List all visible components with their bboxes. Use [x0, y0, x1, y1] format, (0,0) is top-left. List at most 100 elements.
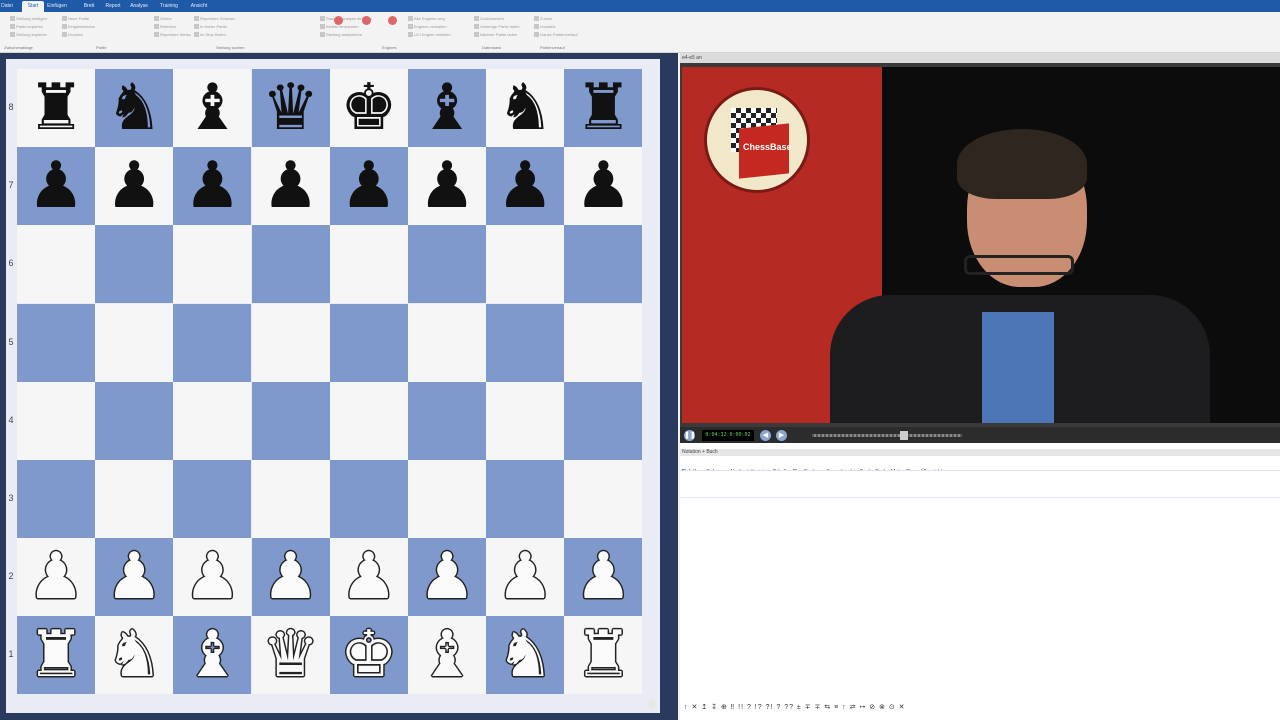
ribbon-tab-brett[interactable]: Brett	[78, 1, 100, 12]
notation-toolbar[interactable]: ↑ ✕ ↥ ↧ ⊕ ‼ !! ? !? ?! ? ?? ± ∓ ∓ ⇆ ≡ ↑ …	[684, 703, 906, 713]
ribbon-tab-ansicht[interactable]: Ansicht	[188, 1, 210, 12]
black-pawn-icon[interactable]: ♟	[408, 147, 486, 225]
white-queen-icon[interactable]: ♛	[252, 616, 330, 694]
square-g5[interactable]	[486, 303, 565, 382]
square-a3[interactable]	[17, 460, 95, 538]
ribbon-tab-analyse[interactable]: Analyse	[128, 1, 150, 12]
square-c4[interactable]	[173, 381, 252, 460]
white-bishop-icon[interactable]: ♝	[408, 616, 486, 694]
ribbon-item[interactable]: UCI Engine erstellen	[408, 32, 451, 38]
black-knight-icon[interactable]: ♞	[95, 69, 173, 147]
square-h4[interactable]	[564, 381, 643, 460]
white-pawn-icon[interactable]: ♟	[564, 538, 642, 616]
black-pawn-icon[interactable]: ♟	[252, 147, 330, 225]
ribbon-item[interactable]: Neue Partie	[62, 16, 89, 22]
square-a6[interactable]	[17, 225, 95, 304]
square-d6[interactable]	[251, 225, 330, 304]
video-frame[interactable]: ChessBase	[682, 67, 1280, 423]
square-h5[interactable]	[564, 303, 643, 382]
black-pawn-icon[interactable]: ♟	[95, 147, 173, 225]
rewind-icon[interactable]: ◀	[760, 430, 771, 441]
seek-knob[interactable]	[900, 431, 908, 440]
white-knight-icon[interactable]: ♞	[95, 616, 173, 694]
ribbon-item[interactable]: Zurücksetzen	[474, 16, 504, 22]
white-pawn-icon[interactable]: ♟	[408, 538, 486, 616]
ribbon-item[interactable]: Vorherige Partie laden	[474, 24, 520, 30]
black-bishop-icon[interactable]: ♝	[408, 69, 486, 147]
ribbon-tab-einfügen[interactable]: Einfügen	[46, 1, 68, 12]
engine-icon[interactable]	[388, 16, 397, 25]
white-rook-icon[interactable]: ♜	[564, 616, 642, 694]
white-rook-icon[interactable]: ♜	[17, 616, 95, 694]
white-pawn-icon[interactable]: ♟	[330, 538, 408, 616]
square-b6[interactable]	[95, 225, 174, 304]
ribbon-item[interactable]: Stellung analysieren	[320, 32, 362, 38]
seek-bar[interactable]	[812, 434, 962, 437]
white-bishop-icon[interactable]: ♝	[173, 616, 251, 694]
black-bishop-icon[interactable]: ♝	[173, 69, 251, 147]
square-g4[interactable]	[486, 381, 565, 460]
ribbon-tab-start[interactable]: Start	[22, 1, 44, 12]
ribbon-item[interactable]: Drucken	[62, 32, 83, 38]
ribbon-item[interactable]: Vorwärts	[534, 24, 556, 30]
black-rook-icon[interactable]: ♜	[564, 69, 642, 147]
ribbon-item[interactable]: Engines verwalten	[408, 24, 447, 30]
ribbon-item[interactable]: Stellung kopieren	[10, 32, 47, 38]
ribbon-tab-datei[interactable]: Datei	[0, 1, 14, 12]
ribbon-item[interactable]: Ganze Partienverlauf	[534, 32, 578, 38]
ribbon-item[interactable]: Online	[154, 16, 172, 22]
white-pawn-icon[interactable]: ♟	[486, 538, 564, 616]
square-f6[interactable]	[408, 225, 486, 304]
black-rook-icon[interactable]: ♜	[17, 69, 95, 147]
engine-icon[interactable]	[334, 16, 343, 25]
square-h3[interactable]	[564, 460, 643, 538]
square-a5[interactable]	[17, 303, 95, 382]
square-e4[interactable]	[329, 381, 408, 460]
square-e3[interactable]	[329, 460, 408, 538]
white-pawn-icon[interactable]: ♟	[252, 538, 330, 616]
square-g3[interactable]	[486, 460, 565, 538]
square-e6[interactable]	[329, 225, 408, 304]
ribbon-tab-report[interactable]: Report	[102, 1, 124, 12]
square-f3[interactable]	[408, 460, 486, 538]
square-c3[interactable]	[173, 460, 252, 538]
ribbon-item[interactable]: Zurück	[534, 16, 552, 22]
ribbon-item[interactable]: Alle Engines weg	[408, 16, 445, 22]
square-e5[interactable]	[329, 303, 408, 382]
square-g6[interactable]	[486, 225, 565, 304]
ribbon-item[interactable]: Nächste Partie laden	[474, 32, 517, 38]
square-f4[interactable]	[408, 381, 486, 460]
white-king-icon[interactable]: ♚	[330, 616, 408, 694]
pause-icon[interactable]: ❚❚	[684, 430, 696, 441]
notation-area[interactable]	[680, 470, 1280, 700]
black-pawn-icon[interactable]: ♟	[173, 147, 251, 225]
ribbon-item[interactable]: In letzter Partie	[194, 24, 227, 30]
ribbon-item[interactable]: Repertoire Weiss	[154, 32, 191, 38]
square-d4[interactable]	[251, 381, 330, 460]
forward-icon[interactable]: ▶	[776, 430, 787, 441]
square-b5[interactable]	[95, 303, 174, 382]
engine-icon[interactable]	[362, 16, 371, 25]
square-a4[interactable]	[17, 381, 95, 460]
ribbon-item[interactable]: Eingabemodus	[62, 24, 95, 30]
white-pawn-icon[interactable]: ♟	[95, 538, 173, 616]
black-queen-icon[interactable]: ♛	[252, 69, 330, 147]
square-c5[interactable]	[173, 303, 252, 382]
black-knight-icon[interactable]: ♞	[486, 69, 564, 147]
ribbon-item[interactable]: Referenz	[154, 24, 176, 30]
square-c6[interactable]	[173, 225, 252, 304]
black-pawn-icon[interactable]: ♟	[330, 147, 408, 225]
square-f5[interactable]	[408, 303, 486, 382]
black-pawn-icon[interactable]: ♟	[486, 147, 564, 225]
white-pawn-icon[interactable]: ♟	[173, 538, 251, 616]
ribbon-item[interactable]: Im Stop finden	[194, 32, 226, 38]
square-h6[interactable]	[564, 225, 643, 304]
white-pawn-icon[interactable]: ♟	[17, 538, 95, 616]
ribbon-item[interactable]: Repertoire Schwarz	[194, 16, 235, 22]
ribbon-item[interactable]: Partie kopieren	[10, 24, 43, 30]
ribbon-item[interactable]: Stellung einfügen	[10, 16, 47, 22]
black-king-icon[interactable]: ♚	[330, 69, 408, 147]
square-d3[interactable]	[251, 460, 330, 538]
white-knight-icon[interactable]: ♞	[486, 616, 564, 694]
black-pawn-icon[interactable]: ♟	[17, 147, 95, 225]
